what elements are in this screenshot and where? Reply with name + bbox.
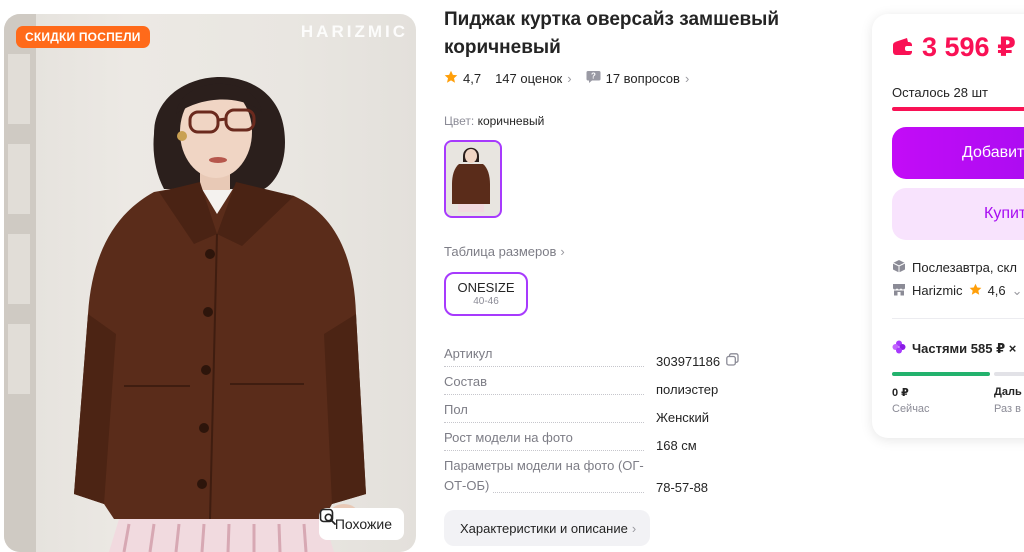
payment-now-label: Сейчас [892,403,930,415]
size-option-onesize[interactable]: ONESIZE 40-46 [444,272,528,316]
questions-count: 17 вопросов [605,70,680,86]
installment-progress-paid [892,372,990,376]
divider [892,318,1024,319]
stock-bar [892,107,1024,111]
spec-row-gender: Пол Женский [444,400,774,428]
seller-name: Harizmic [912,283,963,298]
price-row: 3 596 ₽ [892,32,1016,63]
size-table-link[interactable]: Таблица размеров › [444,244,565,259]
color-label: Цвет: [444,114,475,128]
rating-link[interactable]: 4,7 147 оценок › [444,70,572,87]
question-bubble-icon: ? [586,70,601,87]
characteristics-button[interactable]: Характеристики и описание › [444,510,651,546]
product-title: Пиджак куртка оверсайз замшевый коричнев… [444,9,780,58]
star-icon [969,283,982,299]
spec-value: полиэстер [656,382,719,397]
chevron-down-icon: ⌄ [1011,282,1023,298]
size-label: ONESIZE [457,280,515,295]
spec-row-composition: Состав полиэстер [444,372,774,400]
product-photo[interactable]: СКИДКИ ПОСПЕЛИ HARIZMIC Похожие [4,14,416,552]
payment-now-amount: 0 ₽ [892,387,909,399]
rating-value: 4,7 [463,70,482,86]
spec-value: Женский [656,410,709,425]
price-value: 3 596 ₽ [922,32,1016,62]
spec-row-model-params: Параметры модели на фото (ОГ-ОТ-ОБ) 78-5… [444,456,774,498]
questions-link[interactable]: ? 17 вопросов › [586,70,690,87]
installments-text: Частями 585 ₽ × [912,340,1017,356]
spec-key: Состав [444,374,492,389]
spec-value: 78-57-88 [656,480,709,495]
installment-progress-rest [994,372,1024,376]
size-table-label: Таблица размеров [444,244,557,259]
installments-row[interactable]: Частями 585 ₽ × [892,340,1016,357]
stock-left: Осталось 28 шт [892,85,988,100]
similar-button[interactable]: Похожие [318,508,404,540]
spec-row-model-height: Рост модели на фото 168 см [444,428,774,456]
color-label-row: Цвет: коричневый [444,114,544,128]
installments-icon [892,340,906,357]
svg-text:?: ? [591,71,596,80]
color-value: коричневый [477,114,545,128]
brand-watermark: HARIZMIC [300,22,408,41]
store-icon [892,282,906,299]
buy-card: 3 596 ₽ Осталось 28 шт Добавит Купит Пос… [872,14,1024,438]
box-icon [892,259,906,276]
spec-key: Параметры модели на фото (ОГ-ОТ-ОБ) [444,458,644,493]
characteristics-label: Характеристики и описание [460,520,628,536]
specs-list: Артикул 303971186 Состав полиэстер Пол Ж… [444,344,774,498]
spec-value: 168 см [656,438,697,453]
size-range: 40-46 [473,296,499,307]
model-illustration [4,14,366,552]
wallet-icon [892,32,914,63]
sale-badge: СКИДКИ ПОСПЕЛИ [16,26,150,48]
rating-row: 4,7 147 оценок › ? 17 вопросов › [444,68,689,88]
buy-now-button[interactable]: Купит [892,188,1024,240]
chevron-right-icon: › [631,520,637,536]
swatch-thumbnail [446,142,496,212]
chevron-right-icon: › [684,70,690,86]
add-to-cart-button[interactable]: Добавит [892,127,1024,179]
payment-next-label: Раз в [994,403,1021,415]
seller-row[interactable]: Harizmic 4,6 ⌄ [892,282,1023,299]
seller-rating: 4,6 [987,283,1006,298]
color-swatch-brown[interactable] [444,140,502,218]
chevron-right-icon: › [567,70,572,86]
similar-button-label: Похожие [334,516,392,532]
spec-value: 303971186 [656,354,721,369]
reviews-count: 147 оценок [495,70,563,86]
copy-icon[interactable] [726,352,739,372]
spec-key: Рост модели на фото [444,430,577,445]
delivery-text: Послезавтра, скл [912,260,1017,275]
payment-next-amount: Даль [994,386,1022,398]
chevron-right-icon: › [560,244,565,259]
spec-key: Артикул [444,346,497,361]
spec-key: Пол [444,402,472,417]
star-icon [444,70,458,87]
delivery-row: Послезавтра, скл [892,259,1017,276]
spec-row-article: Артикул 303971186 [444,344,774,372]
